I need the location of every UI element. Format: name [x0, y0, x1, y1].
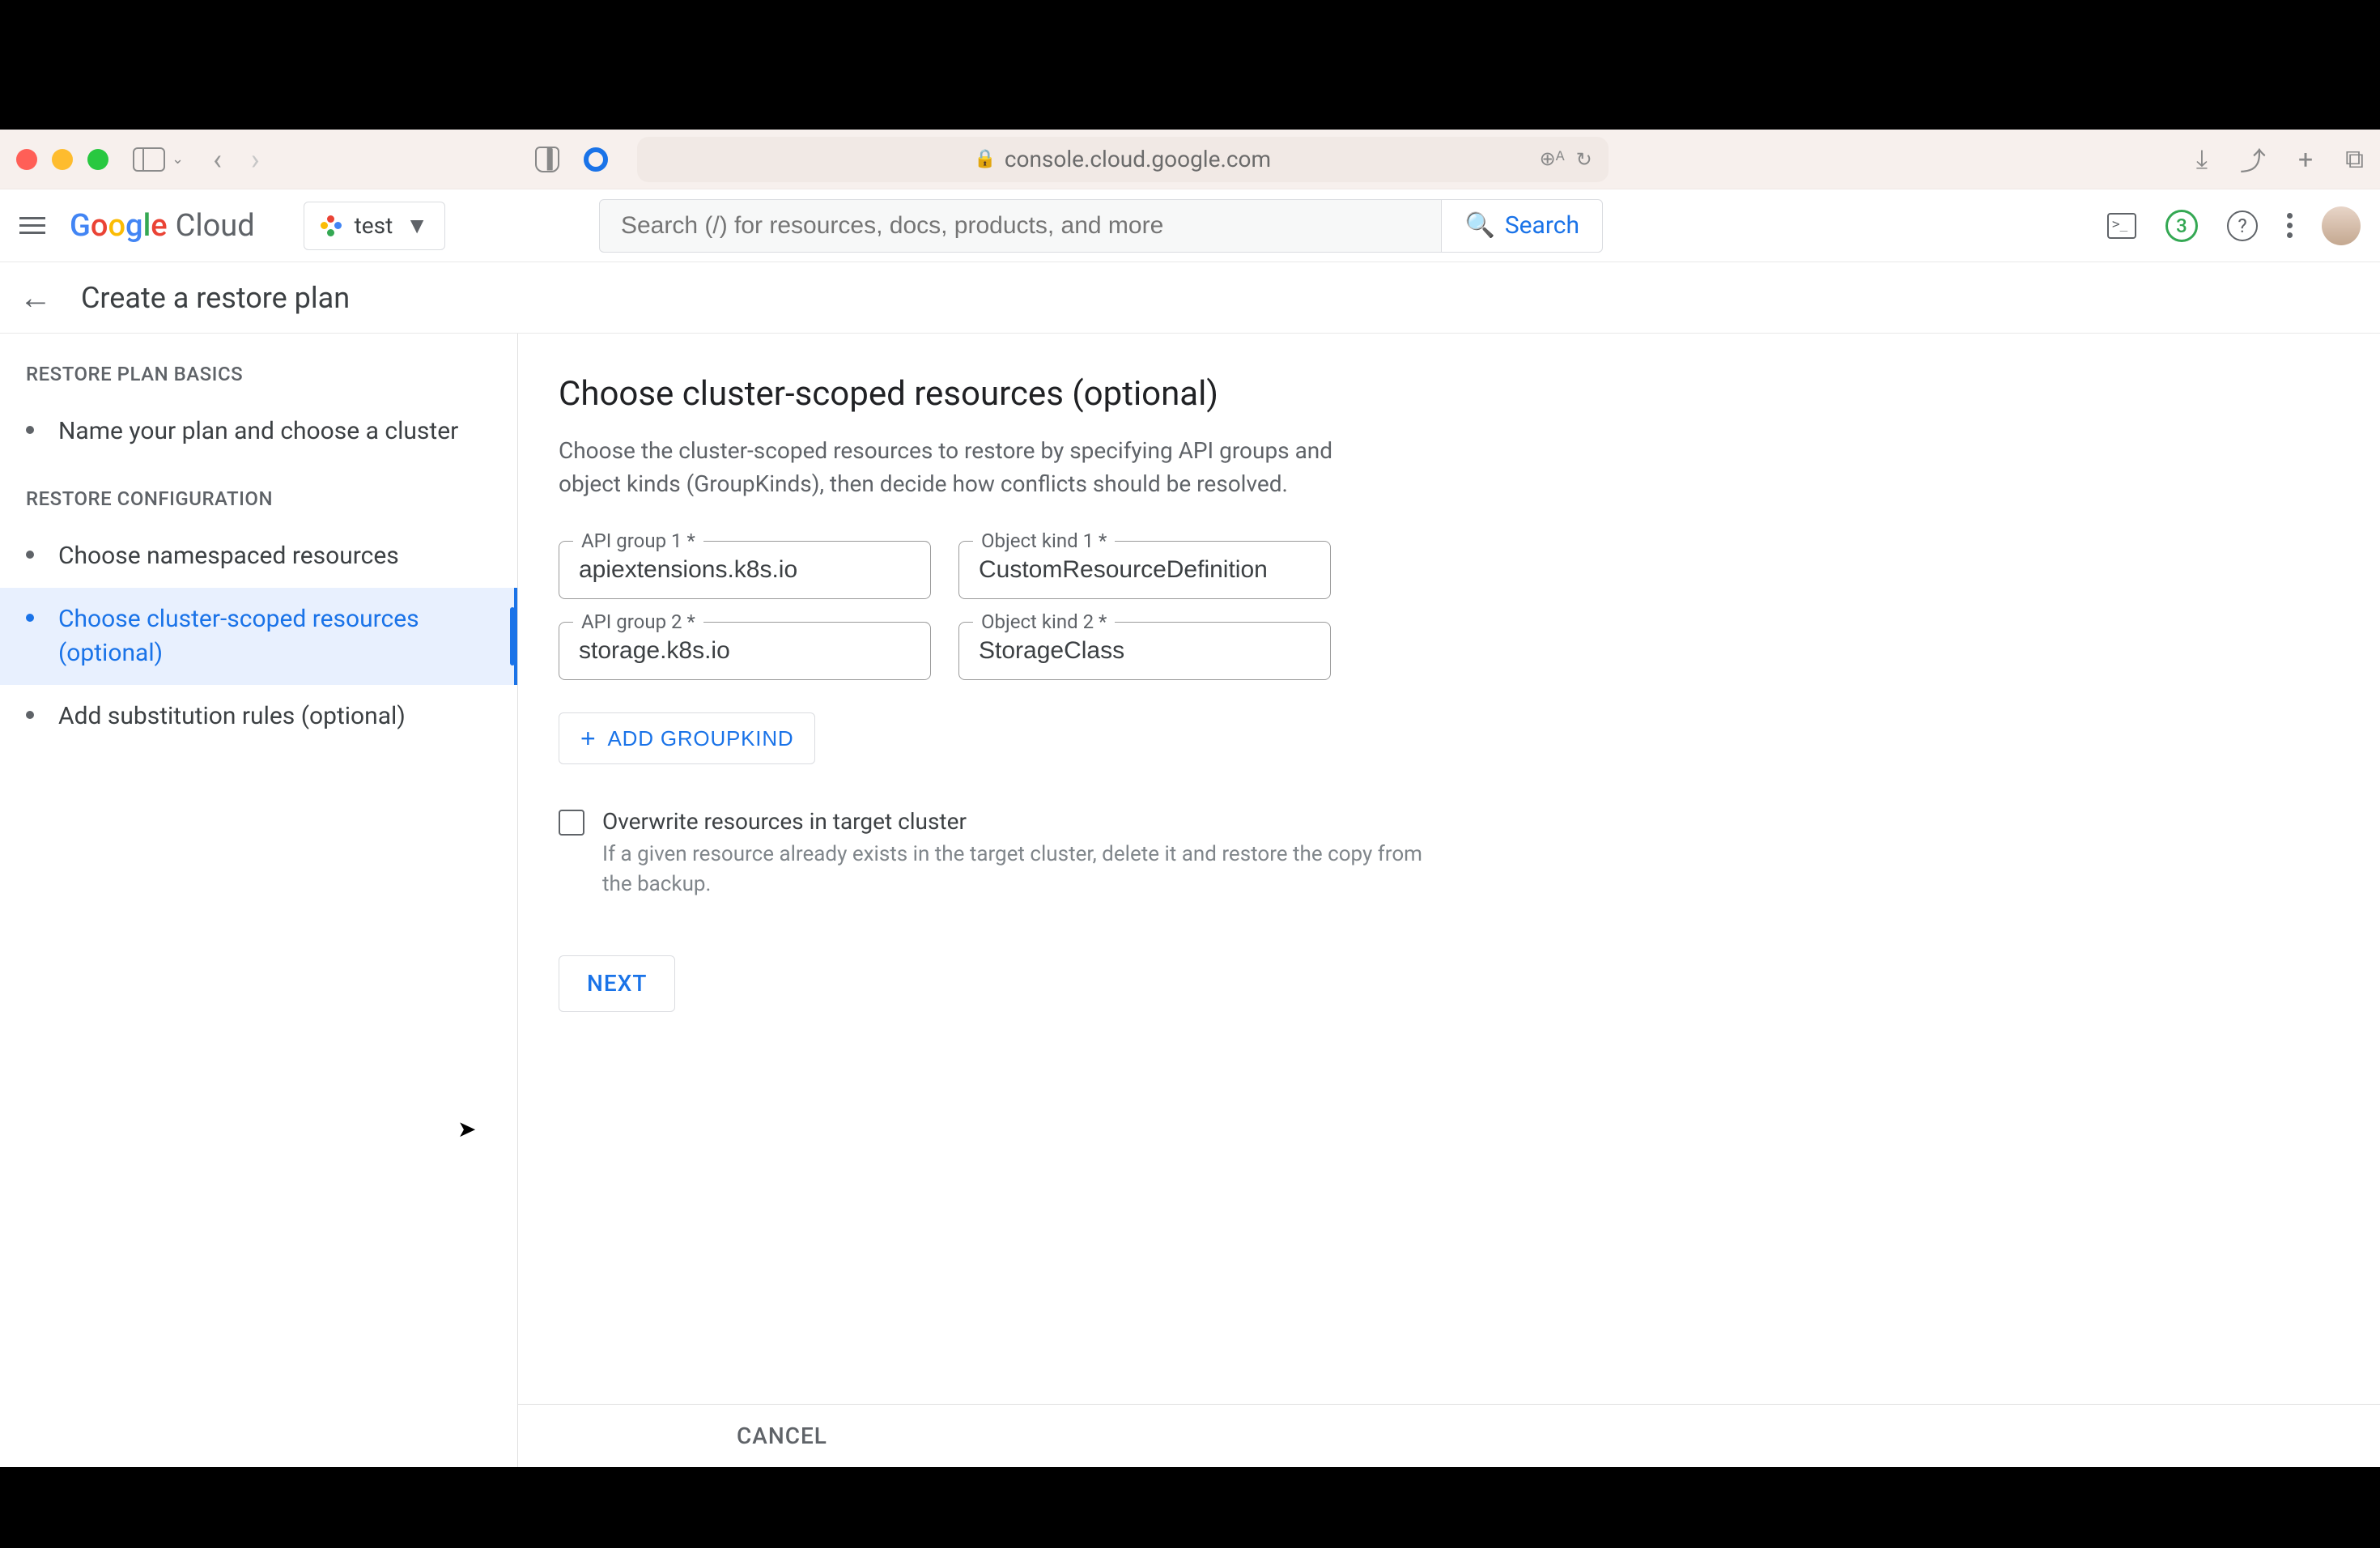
translate-icon[interactable]: ⊕ᴬ [1540, 147, 1565, 171]
overwrite-checkbox-row: Overwrite resources in target cluster If… [559, 808, 1433, 899]
new-tab-icon[interactable]: + [2298, 144, 2313, 175]
sidebar-step-namespaced[interactable]: Choose namespaced resources [0, 525, 517, 588]
api-group-2-field: API group 2 * [559, 622, 931, 680]
api-group-1-label: API group 1 * [573, 529, 703, 552]
browser-titlebar: ⌄ ‹ › 🔒 console.cloud.google.com ⊕ᴬ ↻ ⤓ … [0, 130, 2380, 189]
close-window-button[interactable] [16, 149, 37, 170]
step-bullet-icon [26, 614, 34, 622]
lock-icon: 🔒 [974, 149, 996, 169]
tabs-icon[interactable]: ⧉ [2345, 143, 2364, 175]
search-input[interactable] [600, 212, 1441, 240]
window-controls [16, 149, 108, 170]
search-icon: 🔍 [1464, 211, 1494, 240]
overwrite-help-text: If a given resource already exists in th… [602, 840, 1433, 899]
downloads-icon[interactable]: ⤓ [2196, 143, 2208, 175]
account-avatar[interactable] [2322, 206, 2361, 245]
step-bullet-icon [26, 551, 34, 559]
footer-bar: CANCEL [518, 1404, 2380, 1467]
nav-menu-button[interactable] [19, 217, 45, 234]
reload-icon[interactable]: ↻ [1576, 148, 1592, 171]
overwrite-checkbox[interactable] [559, 810, 584, 836]
main-content: Choose cluster-scoped resources (optiona… [518, 334, 2380, 1467]
notifications-badge[interactable]: 3 [2165, 210, 2198, 242]
sidebar-section-basics: RESTORE PLAN BASICS [0, 363, 517, 400]
search-button[interactable]: 🔍 Search [1441, 200, 1602, 252]
overwrite-label: Overwrite resources in target cluster [602, 808, 1433, 835]
cloud-shell-icon[interactable] [2107, 213, 2136, 239]
sidebar-section-config: RESTORE CONFIGURATION [0, 487, 517, 525]
address-bar[interactable]: 🔒 console.cloud.google.com ⊕ᴬ ↻ [637, 137, 1609, 182]
help-icon[interactable]: ? [2227, 211, 2258, 241]
privacy-shield-icon[interactable] [535, 147, 559, 172]
wizard-sidebar: RESTORE PLAN BASICS Name your plan and c… [0, 334, 518, 1467]
project-picker[interactable]: test ▼ [304, 202, 445, 250]
plus-icon: + [580, 724, 597, 754]
object-kind-2-field: Object kind 2 * [958, 622, 1331, 680]
page-subheader: ← Create a restore plan [0, 262, 2380, 334]
sidebar-step-substitution[interactable]: Add substitution rules (optional) [0, 685, 517, 748]
forward-icon: › [251, 142, 260, 176]
url-text: console.cloud.google.com [1005, 146, 1271, 172]
sidebar-step-name-plan[interactable]: Name your plan and choose a cluster [0, 400, 517, 463]
minimize-window-button[interactable] [52, 149, 73, 170]
back-icon[interactable]: ‹ [213, 142, 222, 176]
dropdown-icon: ▼ [406, 212, 428, 239]
more-options-icon[interactable] [2287, 213, 2293, 238]
sidebar-toggle-icon[interactable] [133, 147, 165, 172]
extension-icon[interactable] [584, 147, 608, 172]
object-kind-1-field: Object kind 1 * [958, 541, 1331, 599]
section-heading: Choose cluster-scoped resources (optiona… [559, 374, 2340, 414]
page-title: Create a restore plan [81, 281, 350, 315]
next-button[interactable]: NEXT [559, 955, 675, 1012]
object-kind-2-label: Object kind 2 * [973, 610, 1115, 633]
step-bullet-icon [26, 711, 34, 719]
share-icon[interactable]: ⤴ [2240, 141, 2266, 178]
tab-dropdown-icon[interactable]: ⌄ [172, 151, 184, 168]
section-description: Choose the cluster-scoped resources to r… [559, 435, 1376, 500]
cancel-button[interactable]: CANCEL [737, 1423, 827, 1449]
back-arrow-icon[interactable]: ← [19, 279, 52, 317]
console-header: Google Cloud test ▼ 🔍 Search 3 ? [0, 189, 2380, 262]
project-name: test [355, 212, 393, 239]
sidebar-step-cluster-scoped[interactable]: Choose cluster-scoped resources (optiona… [0, 588, 517, 685]
project-icon [321, 215, 342, 236]
object-kind-1-label: Object kind 1 * [973, 529, 1115, 552]
api-group-2-label: API group 2 * [573, 610, 703, 633]
api-group-1-field: API group 1 * [559, 541, 931, 599]
step-bullet-icon [26, 426, 34, 434]
mouse-cursor: ➤ [457, 1116, 476, 1142]
add-groupkind-button[interactable]: + ADD GROUPKIND [559, 712, 815, 764]
google-cloud-logo[interactable]: Google Cloud [70, 208, 255, 244]
search-bar: 🔍 Search [599, 199, 1603, 253]
maximize-window-button[interactable] [87, 149, 108, 170]
